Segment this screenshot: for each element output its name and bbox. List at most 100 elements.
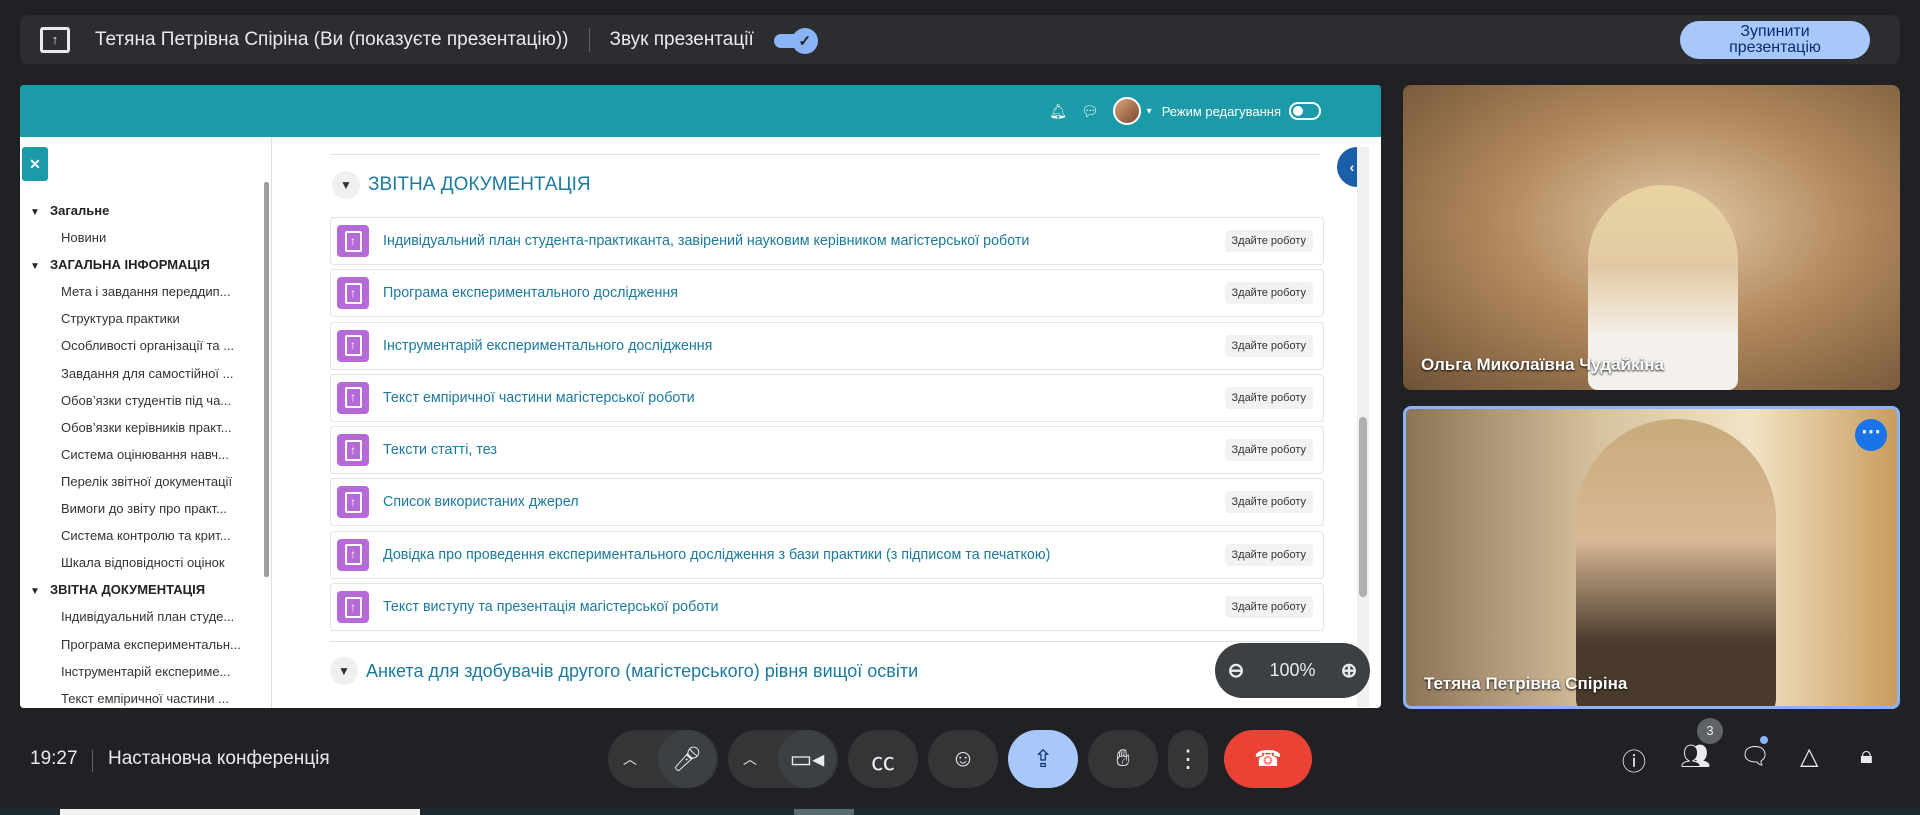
activity-link[interactable]: Індивідуальний план студента-практиканта… xyxy=(383,233,1029,249)
chevron-up-icon[interactable]: ︿ xyxy=(730,730,770,788)
activity-row[interactable]: ↑ Список використаних джерел Здайте роботу xyxy=(330,478,1324,527)
zoom-out-icon[interactable]: ⊖ xyxy=(1228,658,1245,683)
activity-row[interactable]: ↑ Текст емпіричної частини магістерської … xyxy=(330,373,1324,422)
activity-link[interactable]: Довідка про проведення експериментальног… xyxy=(383,547,1050,563)
presentation-sound-toggle[interactable]: ✓ xyxy=(773,27,818,54)
activity-link[interactable]: Тексти статті, тез xyxy=(383,442,497,458)
zoom-in-icon[interactable]: ⊕ xyxy=(1341,658,1358,683)
divider xyxy=(92,750,93,772)
divider xyxy=(330,154,1320,155)
more-options-icon[interactable]: ⋮ xyxy=(1168,730,1208,788)
activity-row[interactable]: ↑ Довідка про проведення експериментально… xyxy=(330,530,1324,579)
activity-link[interactable]: Текст виступу та презентація магістерськ… xyxy=(383,599,719,615)
chevron-down-icon[interactable]: ▼ xyxy=(332,171,360,199)
captions-icon[interactable]: ㏄ xyxy=(848,730,918,788)
sidebar-item-label: Програма експериментальн... xyxy=(61,636,241,652)
zoom-level: 100% xyxy=(1269,660,1316,680)
chevron-down-icon[interactable]: ▼ xyxy=(30,253,50,278)
chat-icon[interactable]: 🗨︎ xyxy=(1740,742,1770,771)
assignment-icon: ↑ xyxy=(337,277,369,310)
sidebar-item[interactable]: Обов’язки керівників практ... xyxy=(30,414,260,441)
chevron-down-icon[interactable]: ▼ xyxy=(330,657,358,685)
sidebar-section[interactable]: ▼ ЗВІТНА ДОКУМЕНТАЦІЯ xyxy=(30,576,260,603)
chevron-up-icon[interactable]: ︿ xyxy=(610,730,650,788)
sidebar-item[interactable]: Перелік звітної документації xyxy=(30,468,260,495)
participant-name: Ольга Миколаївна Чудайкіна xyxy=(1421,355,1664,374)
course-index-list: ▼ Загальне Новини ▼ ЗАГАЛЬНА ІНФОРМАЦІЯ Мета … xyxy=(30,197,260,708)
sidebar-item[interactable]: Мета і завдання переддип... xyxy=(30,278,260,305)
activities-icon[interactable]: △ xyxy=(1800,742,1818,771)
activity-row[interactable]: ↑ Текст виступу та презентація магістерсь… xyxy=(330,583,1324,632)
section-header[interactable]: ▼ ЗВІТНА ДОКУМЕНТАЦІЯ xyxy=(332,171,591,199)
sidebar-item[interactable]: Завдання для самостійної ... xyxy=(30,360,260,387)
stop-presenting-button[interactable]: Зупинити презентацію xyxy=(1680,21,1870,59)
chevron-down-icon[interactable]: ▼ xyxy=(30,199,50,224)
sidebar-item-label: Вимоги до звіту про практ... xyxy=(61,501,227,517)
sidebar-item[interactable]: Інструментарій експериме... xyxy=(30,658,260,685)
completion-badge: Здайте роботу xyxy=(1224,282,1313,305)
activity-row[interactable]: ↑ Програма експериментального дослідження… xyxy=(330,269,1324,318)
activity-row[interactable]: ↑ Інструментарій експериментального дослі… xyxy=(330,321,1324,370)
sidebar-item-label: Система контролю та крит... xyxy=(61,528,231,544)
sidebar-item[interactable]: Система контролю та крит... xyxy=(30,522,260,549)
taskbar-window[interactable] xyxy=(60,809,420,815)
present-screen-icon[interactable]: ⇪ xyxy=(1008,730,1078,788)
assignment-icon: ↑ xyxy=(337,329,369,362)
divider xyxy=(588,27,590,52)
user-avatar[interactable] xyxy=(1112,97,1141,125)
chevron-down-icon[interactable]: ▼ xyxy=(30,578,50,603)
edit-mode-toggle[interactable] xyxy=(1289,102,1321,120)
sidebar-item[interactable]: Обов’язки студентів під ча... xyxy=(30,387,260,414)
sidebar-item[interactable]: Програма експериментальн... xyxy=(30,631,260,658)
stop-presenting-line2: презентацію xyxy=(1729,39,1821,56)
activity-row[interactable]: ↑ Індивідуальний план студента-практикант… xyxy=(330,217,1324,265)
sidebar-item[interactable]: Особливості організації та ... xyxy=(30,332,260,359)
sidebar-item[interactable]: Новини xyxy=(30,224,260,251)
microphone-icon[interactable]: 🎤︎ xyxy=(658,730,716,788)
sidebar-item-label: ЗВІТНА ДОКУМЕНТАЦІЯ xyxy=(50,582,206,598)
sidebar-item[interactable]: Вимоги до звіту про практ... xyxy=(30,495,260,522)
sidebar-item[interactable]: Індивідуальний план студе... xyxy=(30,603,260,630)
sidebar-scrollbar[interactable] xyxy=(264,182,269,577)
close-drawer-icon[interactable]: ✕ xyxy=(22,147,48,181)
sidebar-item[interactable]: Текст емпіричної частини ... xyxy=(30,685,260,708)
sidebar-item-label: Новини xyxy=(61,230,107,246)
self-participant-tile[interactable]: ⋯ Тетяна Петрівна Спіріна xyxy=(1403,406,1900,709)
completion-badge: Здайте роботу xyxy=(1224,491,1313,514)
activity-list: ↑ Індивідуальний план студента-практикант… xyxy=(330,217,1324,635)
activity-link[interactable]: Список використаних джерел xyxy=(383,494,579,510)
taskbar-window[interactable] xyxy=(794,809,854,815)
chat-bubble-icon[interactable]: 💬︎ xyxy=(1081,103,1099,120)
present-screen-icon: ↑ xyxy=(40,26,70,53)
activity-link[interactable]: Інструментарій експериментального дослід… xyxy=(383,338,712,354)
info-icon[interactable]: ⓘ xyxy=(1622,742,1646,777)
sidebar-item-label: Мета і завдання переддип... xyxy=(61,284,231,300)
next-section-header[interactable]: ▼ Анкета для здобувачів другого (магісте… xyxy=(330,657,918,685)
host-controls-lock-icon[interactable]: 🔒︎ xyxy=(1860,742,1873,770)
sidebar-item-label: Перелік звітної документації xyxy=(61,473,233,489)
camera-icon[interactable]: ▭◂ xyxy=(778,730,836,788)
activity-row[interactable]: ↑ Тексти статті, тез Здайте роботу xyxy=(330,426,1324,475)
leave-call-icon[interactable]: ☎︎ xyxy=(1224,730,1312,788)
more-options-icon[interactable]: ⋯ xyxy=(1855,419,1887,451)
scroll-thumb[interactable] xyxy=(1359,417,1367,597)
presentation-bar: ↑ Тетяна Петрівна Спіріна (Ви (показуєте… xyxy=(20,15,1900,64)
people-icon[interactable]: 👥︎ xyxy=(1680,742,1710,771)
assignment-icon: ↑ xyxy=(337,434,369,467)
sidebar-section[interactable]: ▼ ЗАГАЛЬНА ІНФОРМАЦІЯ xyxy=(30,251,260,278)
participant-tile[interactable]: Ольга Миколаївна Чудайкіна xyxy=(1403,85,1900,390)
sidebar-item[interactable]: Шкала відповідності оцінок xyxy=(30,549,260,576)
activity-link[interactable]: Програма експериментального дослідження xyxy=(383,285,678,301)
sidebar-section[interactable]: ▼ Загальне xyxy=(30,197,260,224)
assignment-icon: ↑ xyxy=(337,486,369,519)
emoji-icon[interactable]: ☺ xyxy=(928,730,998,788)
sidebar-item[interactable]: Структура практики xyxy=(30,305,260,332)
page-scrollbar[interactable] xyxy=(1357,147,1369,707)
raise-hand-icon[interactable]: ✋︎ xyxy=(1088,730,1158,788)
bell-icon[interactable]: 🔔︎ xyxy=(1049,103,1067,120)
sidebar-item[interactable]: Система оцінювання навч... xyxy=(30,441,260,468)
completion-badge: Здайте роботу xyxy=(1224,230,1313,252)
completion-badge: Здайте роботу xyxy=(1224,543,1313,566)
chevron-down-icon[interactable]: ▾ xyxy=(1147,106,1152,117)
activity-link[interactable]: Текст емпіричної частини магістерської р… xyxy=(383,390,695,406)
